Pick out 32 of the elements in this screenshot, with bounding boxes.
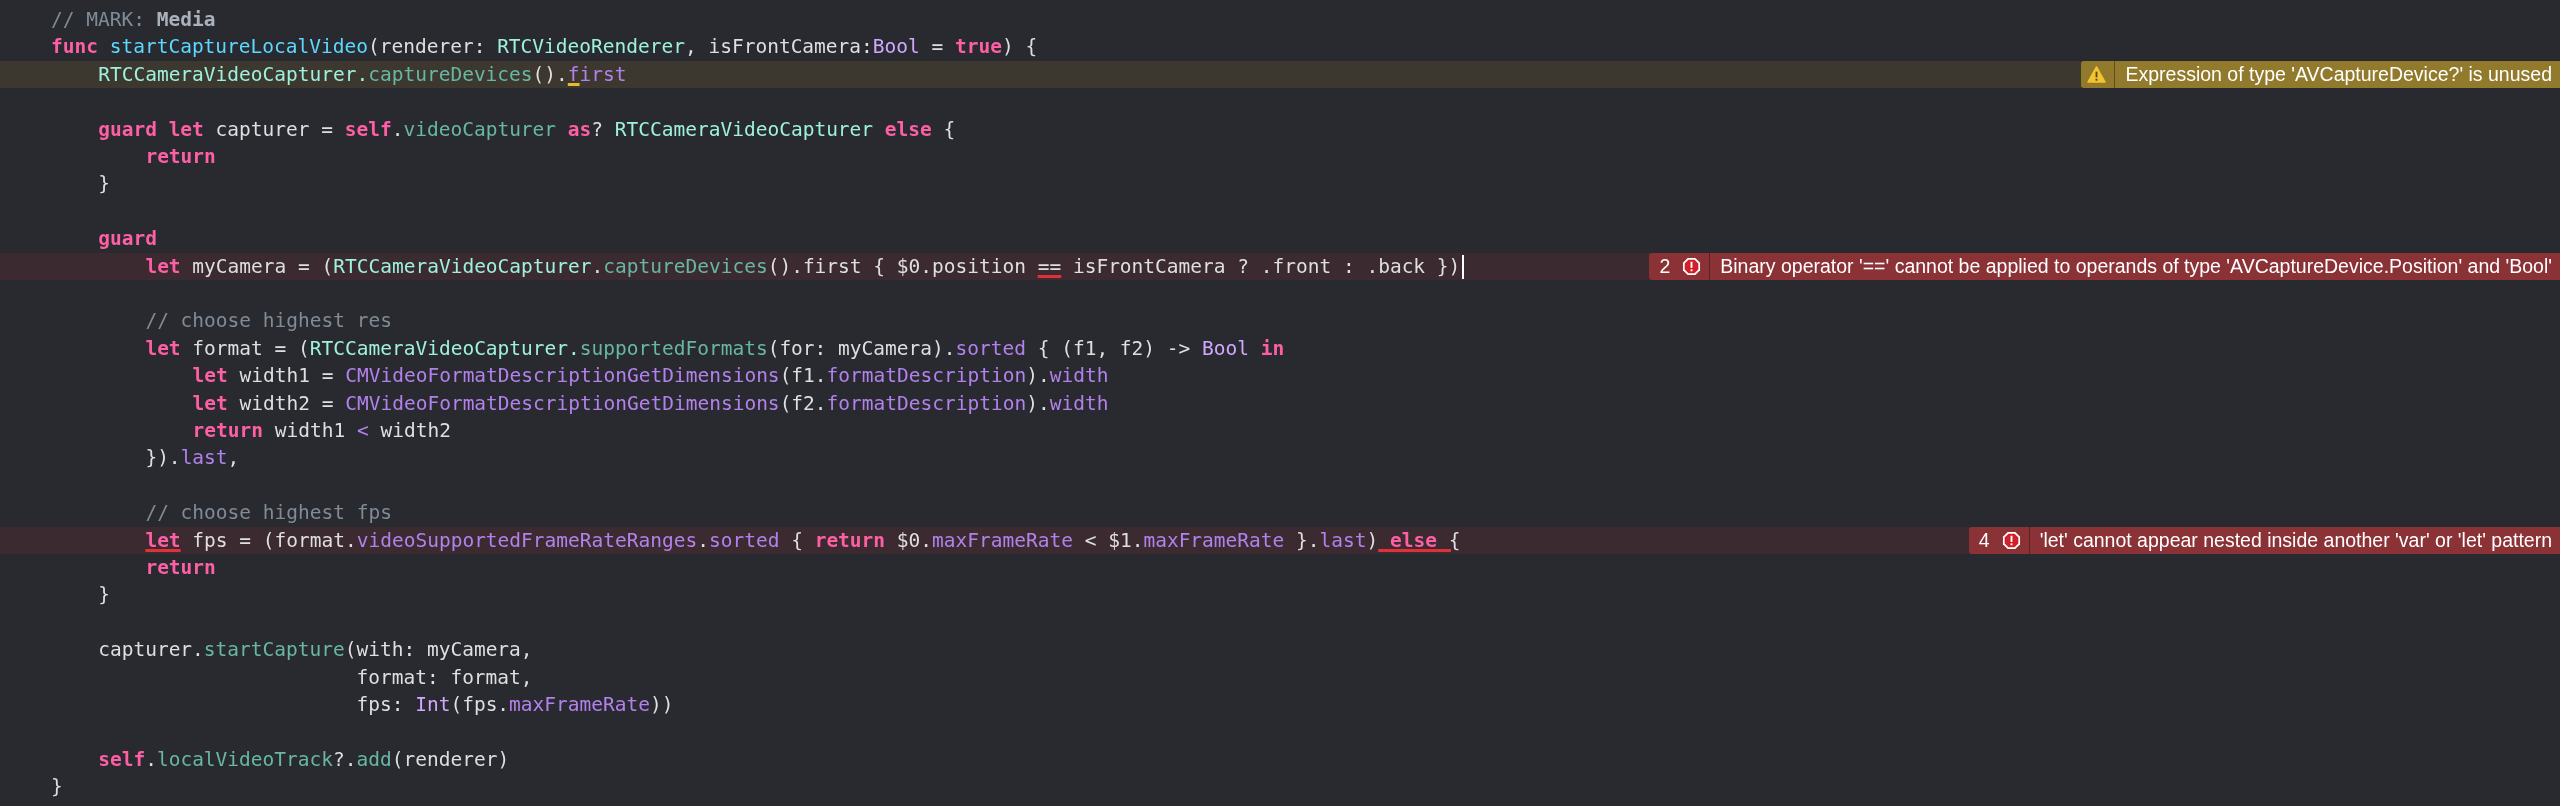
code-line: guard <box>98 226 157 253</box>
issue-count: 2 <box>1658 254 1672 278</box>
code-line: let fps = (format.videoSupportedFrameRateRanges.sorted { return $0.maxFrameRate < $1.maxFrameRate }.last) else { <box>145 527 1461 554</box>
code-line: return <box>145 144 216 170</box>
issue-message: 'let' cannot appear nested inside another 'var' or 'let' pattern <box>2038 528 2553 552</box>
code-line: return <box>145 555 216 582</box>
code-line: capturer.startCapture(with: myCamera, format: format, fps: Int(fps.maxFrameRate)) <box>98 637 674 719</box>
issue-count: 4 <box>1977 528 1991 552</box>
code-line: // choose highest res <box>145 308 392 335</box>
code-line: let format = (RTCCameraVideoCapturer.supportedFormats(for: myCamera).sorted { (f1, f2) -> Bool in <box>145 335 1285 362</box>
issue-message: Binary operator '==' cannot be applied to operands of type 'AVCaptureDevice.Position' and 'Bool' <box>1719 254 2553 278</box>
code-line: }).last, <box>145 445 240 472</box>
code-line: // MARK: Media <box>51 7 216 33</box>
code-line: let myCamera = (RTCCameraVideoCapturer.captureDevices().first { $0.position == isFrontCamera ? .front : .back }) <box>145 253 1461 280</box>
code-line: } <box>98 582 110 609</box>
code-line: let width2 = CMVideoFormatDescriptionGetDimensions(f2.formatDescription).width <box>192 390 1109 417</box>
code-line: guard let capturer = self.videoCapturer as? RTCCameraVideoCapturer else { <box>98 116 956 143</box>
code-line: } <box>51 774 63 801</box>
error-icon <box>1682 256 1702 276</box>
issue-banner[interactable]: Expression of type 'AVCaptureDevice?' is unused <box>2081 60 2560 89</box>
code-line: // choose highest fps <box>145 500 392 527</box>
code-line: RTCCameraVideoCapturer.captureDevices().first <box>98 61 627 88</box>
issue-message: Expression of type 'AVCaptureDevice?' is unused <box>2124 63 2553 86</box>
issue-banner[interactable]: 2 Binary operator '==' cannot be applied to operands of type 'AVCaptureDevice.Position' and 'Bool' <box>1649 252 2560 280</box>
issue-banner[interactable]: 4 'let' cannot appear nested inside another 'var' or 'let' pattern <box>1968 526 2560 555</box>
error-icon <box>2001 530 2021 550</box>
code-line: self.localVideoTrack?.add(renderer) <box>98 746 510 773</box>
code-line: func startCaptureLocalVideo(renderer: RTCVideoRenderer, isFrontCamera:Bool = true) { <box>51 34 1038 61</box>
code-line: let width1 = CMVideoFormatDescriptionGetDimensions(f1.formatDescription).width <box>192 363 1109 390</box>
code-line: return width1 < width2 <box>192 418 451 445</box>
warning-icon <box>2087 65 2107 84</box>
code-line: } <box>98 171 110 198</box>
